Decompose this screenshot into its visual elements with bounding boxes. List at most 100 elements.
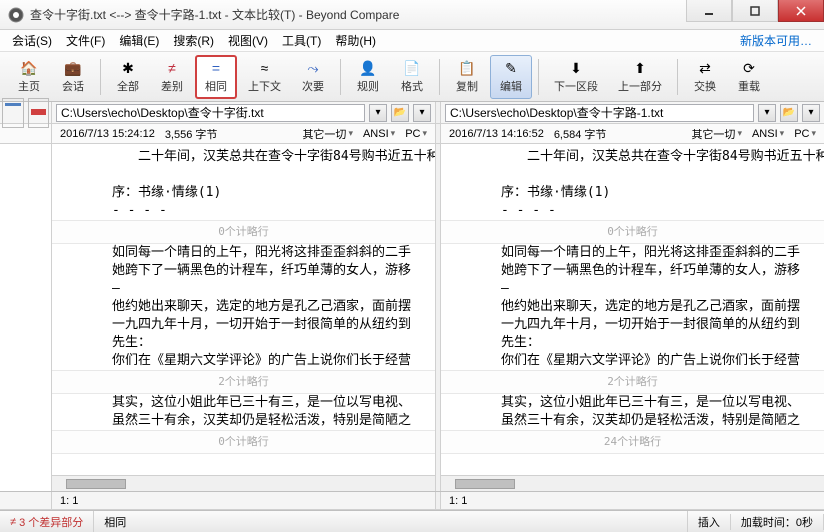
text-line[interactable]: [441, 166, 824, 184]
same-button[interactable]: =相同: [195, 55, 237, 99]
right-encoding-dropdown[interactable]: ANSI: [752, 128, 784, 140]
path-left-input[interactable]: [56, 104, 365, 122]
left-encoding-dropdown[interactable]: ANSI: [363, 128, 395, 140]
right-bytes: 6,584 字节: [554, 126, 607, 142]
toolbar-separator: [439, 59, 440, 95]
overview-thumb-right[interactable]: [28, 98, 50, 128]
text-line[interactable]: 如同每一个晴日的上午，阳光将这排歪歪斜斜的二手: [52, 244, 435, 262]
text-line[interactable]: 序：书缘·情缘(1): [441, 184, 824, 202]
path-left-dropdown[interactable]: ▾: [369, 104, 387, 122]
overview-gutter[interactable]: [0, 144, 52, 491]
open-right-button[interactable]: 📂: [780, 104, 798, 122]
gap-marker: 0个计略行: [52, 430, 435, 454]
right-other-dropdown[interactable]: 其它一切: [691, 126, 742, 142]
right-os-dropdown[interactable]: PC: [794, 128, 816, 140]
cursor-left: 1: 1: [52, 492, 435, 509]
minor-button[interactable]: ⤳次要: [292, 55, 334, 99]
text-line[interactable]: - - - -: [52, 202, 435, 220]
open-right-dropdown[interactable]: ▾: [802, 104, 820, 122]
window-title: 查令十字街.txt <--> 查令十字路-1.txt - 文本比较(T) - B…: [30, 6, 399, 23]
format-icon: 📄: [403, 59, 421, 77]
status-loadtime: 加载时间：0秒: [731, 514, 824, 530]
text-line[interactable]: - - - -: [441, 202, 824, 220]
swap-button[interactable]: ⇄交换: [684, 55, 726, 99]
text-line[interactable]: 你们在《星期六文学评论》的广告上说你们长于经营: [52, 352, 435, 370]
text-line[interactable]: —: [52, 280, 435, 298]
text-line[interactable]: 他约她出来聊天，选定的地方是孔乙己酒家，面前摆: [52, 298, 435, 316]
right-text[interactable]: 二十年间，汉芙总共在查令十字街84号购书近五十种 序：书缘·情缘(1) - - …: [441, 144, 824, 475]
text-line[interactable]: 先生：: [441, 334, 824, 352]
text-line[interactable]: 先生：: [52, 334, 435, 352]
text-line[interactable]: 你们在《星期六文学评论》的广告上说你们长于经营: [441, 352, 824, 370]
text-line[interactable]: 她跨下了一辆黑色的计程车，纤巧单薄的女人，游移: [52, 262, 435, 280]
maximize-button[interactable]: [732, 0, 778, 22]
squiggle-icon: ⤳: [304, 59, 322, 77]
status-diffs: ≠ 3 个差异部分: [0, 511, 94, 532]
all-button[interactable]: ✱全部: [107, 55, 149, 99]
left-os-dropdown[interactable]: PC: [405, 128, 427, 140]
menu-tools[interactable]: 工具(T): [276, 30, 327, 51]
toolbar-separator: [100, 59, 101, 95]
prevpart-button[interactable]: ⬆上一部分: [609, 55, 671, 99]
minimize-button[interactable]: [686, 0, 732, 22]
editmode-button[interactable]: ✎编辑: [490, 55, 532, 99]
left-other-dropdown[interactable]: 其它一切: [302, 126, 353, 142]
text-line[interactable]: 他约她出来聊天，选定的地方是孔乙己酒家，面前摆: [441, 298, 824, 316]
left-hscrollbar[interactable]: [52, 475, 435, 491]
open-left-dropdown[interactable]: ▾: [413, 104, 431, 122]
path-left-cell: ▾ 📂 ▾: [52, 102, 435, 123]
format-button[interactable]: 📄格式: [391, 55, 433, 99]
text-line[interactable]: 一九四九年十月，一切开始于一封很简单的从纽约到: [441, 316, 824, 334]
toolbar-separator: [677, 59, 678, 95]
sessions-button[interactable]: 💼会话: [52, 55, 94, 99]
menu-view[interactable]: 视图(V): [222, 30, 274, 51]
update-link[interactable]: 新版本可用…: [734, 30, 818, 51]
toolbar-separator: [538, 59, 539, 95]
text-line[interactable]: 其实，这位小姐此年已三十有三，是一位以写电视、: [441, 394, 824, 412]
referee-icon: 👤: [359, 59, 377, 77]
menu-edit[interactable]: 编辑(E): [113, 30, 165, 51]
menu-file[interactable]: 文件(F): [60, 30, 111, 51]
scroll-thumb[interactable]: [66, 479, 126, 489]
gap-marker: 0个计略行: [441, 220, 824, 244]
diffs-button[interactable]: ≠差别: [151, 55, 193, 99]
text-line[interactable]: [52, 166, 435, 184]
rules-button[interactable]: 👤规则: [347, 55, 389, 99]
right-pane: 二十年间，汉芙总共在查令十字街84号购书近五十种 序：书缘·情缘(1) - - …: [441, 144, 824, 491]
context-button[interactable]: ≈上下文: [239, 55, 290, 99]
text-line[interactable]: 序：书缘·情缘(1): [52, 184, 435, 202]
app-icon: [8, 7, 24, 23]
reload-button[interactable]: ⟳重载: [728, 55, 770, 99]
copy-button[interactable]: 📋复制: [446, 55, 488, 99]
menu-search[interactable]: 搜索(R): [167, 30, 220, 51]
overview-thumb-left[interactable]: [2, 98, 24, 128]
open-left-button[interactable]: 📂: [391, 104, 409, 122]
info-left: 2016/7/13 15:24:12 3,556 字节 其它一切 ANSI PC: [52, 124, 435, 143]
text-line[interactable]: 虽然三十有余，汉芙却仍是轻松活泼，特别是简陋之: [441, 412, 824, 430]
text-line[interactable]: 二十年间，汉芙总共在查令十字街84号购书近五十种: [52, 148, 435, 166]
text-line[interactable]: 一九四九年十月，一切开始于一封很简单的从纽约到: [52, 316, 435, 334]
left-text[interactable]: 二十年间，汉芙总共在查令十字街84号购书近五十种 序：书缘·情缘(1) - - …: [52, 144, 435, 475]
right-date: 2016/7/13 14:16:52: [449, 128, 544, 140]
path-right-input[interactable]: [445, 104, 754, 122]
text-line[interactable]: 其实，这位小姐此年已三十有三，是一位以写电视、: [52, 394, 435, 412]
path-right-dropdown[interactable]: ▾: [758, 104, 776, 122]
text-line[interactable]: 二十年间，汉芙总共在查令十字街84号购书近五十种: [441, 148, 824, 166]
text-line[interactable]: —: [441, 280, 824, 298]
menu-session[interactable]: 会话(S): [6, 30, 58, 51]
file-info-bar: 2016/7/13 15:24:12 3,556 字节 其它一切 ANSI PC…: [0, 124, 824, 144]
text-line[interactable]: 虽然三十有余，汉芙却仍是轻松活泼，特别是简陋之: [52, 412, 435, 430]
cursor-position-bar: 1: 1 1: 1: [0, 492, 824, 510]
close-button[interactable]: [778, 0, 824, 22]
text-line[interactable]: 她跨下了一辆黑色的计程车，纤巧单薄的女人，游移: [441, 262, 824, 280]
menu-help[interactable]: 帮助(H): [329, 30, 382, 51]
right-hscrollbar[interactable]: [441, 475, 824, 491]
status-mode: 相同: [94, 511, 688, 532]
path-bar: ▾ 📂 ▾ ▾ 📂 ▾: [0, 102, 824, 124]
scroll-thumb[interactable]: [455, 479, 515, 489]
home-button[interactable]: 🏠主页: [8, 55, 50, 99]
nextsection-button[interactable]: ⬇下一区段: [545, 55, 607, 99]
info-right: 2016/7/13 14:16:52 6,584 字节 其它一切 ANSI PC: [441, 124, 824, 143]
text-line[interactable]: 如同每一个晴日的上午，阳光将这排歪歪斜斜的二手: [441, 244, 824, 262]
swap-icon: ⇄: [696, 59, 714, 77]
